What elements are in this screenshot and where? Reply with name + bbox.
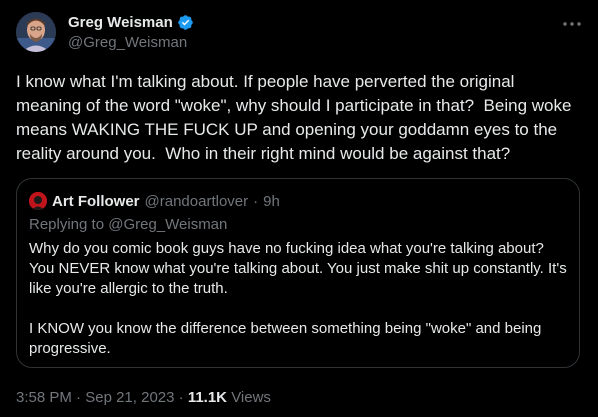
- tweet-time[interactable]: 3:58 PM: [16, 389, 72, 406]
- views-label: Views: [231, 389, 271, 406]
- quoted-separator: ·: [253, 192, 259, 210]
- meta-separator: ·: [178, 389, 184, 406]
- avatar-photo: [16, 12, 56, 52]
- quoted-author-handle[interactable]: @randoartlover: [145, 193, 249, 210]
- author-handle[interactable]: @Greg_Weisman: [68, 34, 187, 51]
- quoted-tweet-text: Why do you comic book guys have no fucki…: [29, 240, 567, 357]
- tweet-date[interactable]: Sep 21, 2023: [85, 389, 174, 406]
- author-display-name[interactable]: Greg Weisman: [68, 14, 173, 31]
- tweet-text: I know what I'm talking about. If people…: [16, 72, 577, 163]
- avatar[interactable]: [16, 12, 56, 52]
- quoted-avatar-image: [29, 192, 47, 210]
- quoted-author-name[interactable]: Art Follower: [52, 193, 140, 210]
- quoted-tweet[interactable]: Art Follower @randoartlover · 9h Replyin…: [16, 178, 580, 368]
- tweet: Greg Weisman @Greg_Weisman I know what I…: [0, 0, 598, 417]
- tweet-meta: 3:58 PM · Sep 21, 2023 · 11.1K Views: [16, 389, 271, 406]
- author-name-row: Greg Weisman: [68, 13, 194, 31]
- quoted-timestamp[interactable]: 9h: [263, 193, 280, 210]
- quoted-replying-to: Replying to @Greg_Weisman: [29, 216, 228, 233]
- meta-separator: ·: [76, 389, 82, 406]
- quoted-tweet-header: Art Follower @randoartlover · 9h: [29, 192, 280, 210]
- views-count[interactable]: 11.1K: [188, 389, 227, 406]
- more-options-icon[interactable]: [562, 14, 582, 34]
- verified-badge-icon[interactable]: [177, 14, 194, 31]
- quoted-author-avatar[interactable]: [29, 192, 47, 210]
